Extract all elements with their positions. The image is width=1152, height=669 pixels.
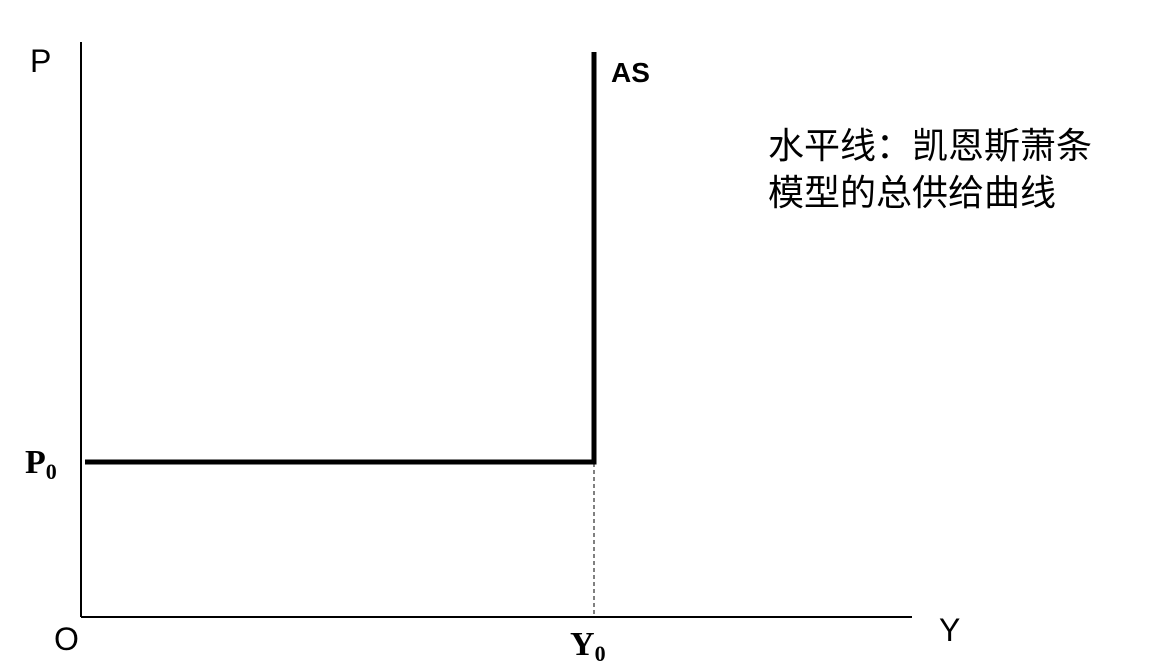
as-curve-label: AS bbox=[611, 57, 650, 88]
x-axis-label: Y bbox=[939, 612, 960, 648]
output-level-label: Y0 bbox=[570, 626, 606, 666]
aggregate-supply-diagram: P Y O AS P0 Y0 水平线：凯恩斯萧条 模型的总供给曲线 bbox=[25, 42, 1092, 666]
as-curve bbox=[85, 52, 597, 465]
annotation-line-1: 水平线：凯恩斯萧条 bbox=[768, 126, 1092, 167]
annotation-line-2: 模型的总供给曲线 bbox=[768, 173, 1056, 214]
price-level-label: P0 bbox=[25, 444, 57, 484]
origin-label: O bbox=[54, 621, 79, 657]
y-axis-label: P bbox=[30, 43, 51, 79]
